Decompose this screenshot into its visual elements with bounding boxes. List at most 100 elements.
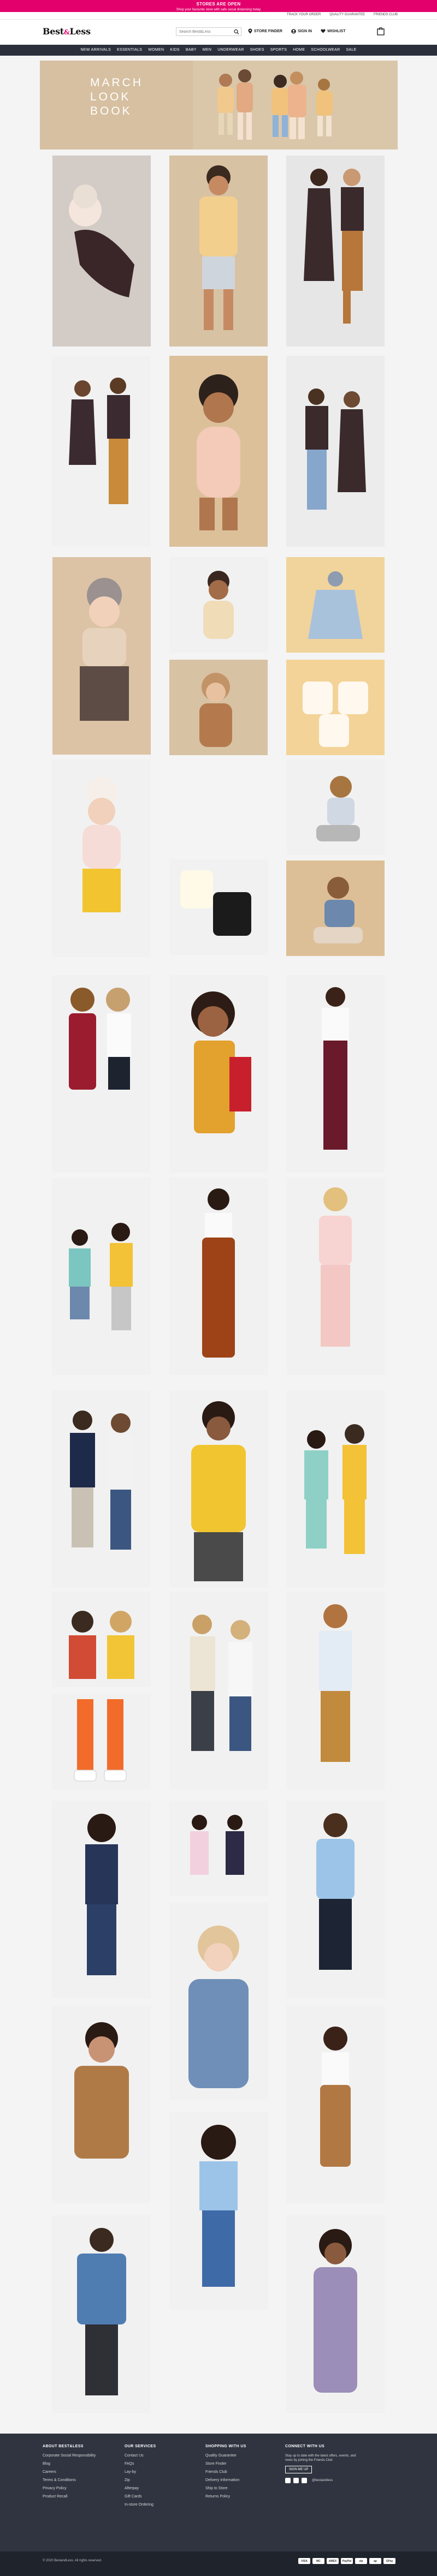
- footer-link[interactable]: FAQs: [125, 2462, 156, 2466]
- footer-link[interactable]: Friends Club: [205, 2470, 246, 2474]
- lookbook-tile[interactable]: [286, 860, 385, 956]
- gpay-icon: GPay: [383, 2558, 395, 2564]
- lookbook-tile[interactable]: [52, 1592, 151, 1687]
- lookbook-tile[interactable]: [169, 1903, 268, 2100]
- nav-essentials[interactable]: ESSENTIALS: [117, 48, 142, 52]
- footer-link[interactable]: In-store Ordering: [125, 2503, 156, 2507]
- search-input[interactable]: [176, 29, 231, 34]
- nav-sports[interactable]: SPORTS: [270, 48, 287, 52]
- lookbook-tile[interactable]: [169, 557, 268, 653]
- brand-logo[interactable]: Best&Less: [43, 26, 91, 37]
- nav-baby[interactable]: BABY: [186, 48, 197, 52]
- lookbook-tile[interactable]: [52, 1694, 151, 1789]
- nav-sale[interactable]: SALE: [346, 48, 356, 52]
- footer-link[interactable]: Store Finder: [205, 2462, 246, 2466]
- lookbook-photo: [169, 2112, 268, 2310]
- sign-in-link[interactable]: SIGN IN: [291, 28, 312, 34]
- footer-link[interactable]: Gift Cards: [125, 2495, 156, 2499]
- nav-underwear[interactable]: UNDERWEAR: [217, 48, 244, 52]
- quality-guarantee-link[interactable]: QUALITY GUARANTEE: [329, 13, 365, 16]
- afterpay-icon: ap: [369, 2558, 381, 2564]
- footer-link[interactable]: Privacy Policy: [43, 2487, 96, 2490]
- nav-kids[interactable]: KIDS: [170, 48, 180, 52]
- nav-schoolwear[interactable]: SCHOOLWEAR: [311, 48, 340, 52]
- lookbook-tile[interactable]: [169, 660, 268, 755]
- lookbook-tile[interactable]: [52, 1178, 151, 1375]
- shopping-bag-icon[interactable]: [377, 27, 385, 35]
- wishlist-link[interactable]: WISHLIST: [321, 29, 346, 33]
- lookbook-tile[interactable]: [286, 1801, 385, 1998]
- lookbook-tile[interactable]: [286, 1178, 385, 1375]
- lookbook-tile[interactable]: [286, 1592, 385, 1789]
- youtube-icon[interactable]: [302, 2478, 307, 2483]
- footer-link[interactable]: Contact Us: [125, 2454, 156, 2458]
- footer-link[interactable]: Lay-by: [125, 2470, 156, 2474]
- nav-women[interactable]: WOMEN: [148, 48, 164, 52]
- lookbook-photo: [286, 660, 385, 755]
- lookbook-tile[interactable]: [52, 2215, 151, 2413]
- footer-link[interactable]: Ship to Store: [205, 2487, 246, 2490]
- lookbook-photo: [286, 760, 385, 855]
- lookbook-tile[interactable]: [286, 2006, 385, 2203]
- footer-link[interactable]: Blog: [43, 2462, 96, 2466]
- lookbook-tile[interactable]: [52, 557, 151, 755]
- footer-link[interactable]: Product Recall: [43, 2495, 96, 2499]
- lookbook-tile[interactable]: [169, 1390, 268, 1588]
- footer-link[interactable]: Zip: [125, 2478, 156, 2482]
- lookbook-tile[interactable]: [286, 660, 385, 755]
- store-finder-link[interactable]: STORE FINDER: [248, 28, 282, 34]
- nav-shoes[interactable]: SHOES: [250, 48, 264, 52]
- lookbook-tile[interactable]: [169, 1178, 268, 1375]
- nav-new-arrivals[interactable]: NEW ARRIVALS: [80, 48, 111, 52]
- lookbook-tile[interactable]: [52, 156, 151, 346]
- lookbook-photo: [52, 356, 151, 547]
- lookbook-tile[interactable]: [52, 1390, 151, 1588]
- lookbook-photo: [286, 1178, 385, 1375]
- nav-home[interactable]: HOME: [293, 48, 305, 52]
- lookbook-tile[interactable]: [286, 356, 385, 547]
- lookbook-tile[interactable]: [286, 2215, 385, 2413]
- lookbook-tile[interactable]: [52, 1801, 151, 1998]
- lookbook-tile[interactable]: [52, 356, 151, 547]
- footer-shopping: SHOPPING WITH US Quality Guarantee Store…: [205, 2444, 246, 2499]
- lookbook-tile[interactable]: [169, 975, 268, 1173]
- footer-link[interactable]: Careers: [43, 2470, 96, 2474]
- footer-link[interactable]: Terms & Conditions: [43, 2478, 96, 2482]
- lookbook-tile[interactable]: [169, 156, 268, 346]
- lookbook-tile[interactable]: [286, 156, 385, 346]
- footer-link[interactable]: Quality Guarantee: [205, 2454, 246, 2458]
- footer-link[interactable]: Delivery Information: [205, 2478, 246, 2482]
- lookbook-photo: [286, 356, 385, 547]
- nav-men[interactable]: MEN: [203, 48, 211, 52]
- lookbook-tile[interactable]: [169, 859, 268, 955]
- facebook-icon[interactable]: [285, 2478, 291, 2483]
- amex-icon: AMEX: [327, 2558, 339, 2564]
- friends-club-link[interactable]: FRIENDS CLUB: [374, 13, 398, 16]
- lookbook-tile[interactable]: [169, 356, 268, 547]
- lookbook-tile[interactable]: [169, 1592, 268, 1789]
- lookbook-tile[interactable]: [52, 975, 151, 1173]
- copyright: © 2020 BestandLess. All rights reserved.: [43, 2559, 102, 2562]
- footer-link[interactable]: Corporate Social Responsibility: [43, 2454, 96, 2458]
- site-header: Best&Less STORE FINDER SIGN IN WISHLIST: [0, 20, 437, 45]
- footer-about: ABOUT BEST&LESS Corporate Social Respons…: [43, 2444, 96, 2499]
- lookbook-tile[interactable]: [286, 557, 385, 653]
- lookbook-tile[interactable]: [286, 760, 385, 855]
- lookbook-photo: [286, 2215, 385, 2413]
- hero-banner[interactable]: MARCH LOOK BOOK: [40, 61, 398, 150]
- footer-link[interactable]: Afterpay: [125, 2487, 156, 2490]
- search-icon[interactable]: [233, 29, 240, 34]
- lookbook-tile[interactable]: [169, 2112, 268, 2310]
- instagram-icon[interactable]: [293, 2478, 299, 2483]
- lookbook-tile[interactable]: [286, 1390, 385, 1588]
- utility-bar: TRACK YOUR ORDER QUALITY GUARANTEE FRIEN…: [0, 12, 437, 20]
- site-footer: ABOUT BEST&LESS Corporate Social Respons…: [0, 2434, 437, 2576]
- lookbook-tile[interactable]: [286, 975, 385, 1173]
- sign-up-button[interactable]: SIGN ME UP: [285, 2466, 312, 2473]
- lookbook-tile[interactable]: [169, 1801, 268, 1896]
- footer-link[interactable]: Returns Policy: [205, 2495, 246, 2499]
- promo-banner[interactable]: STORES ARE OPEN Shop your favourite stor…: [0, 0, 437, 12]
- lookbook-tile[interactable]: [52, 2006, 151, 2203]
- lookbook-tile[interactable]: [52, 760, 151, 957]
- track-order-link[interactable]: TRACK YOUR ORDER: [287, 13, 321, 16]
